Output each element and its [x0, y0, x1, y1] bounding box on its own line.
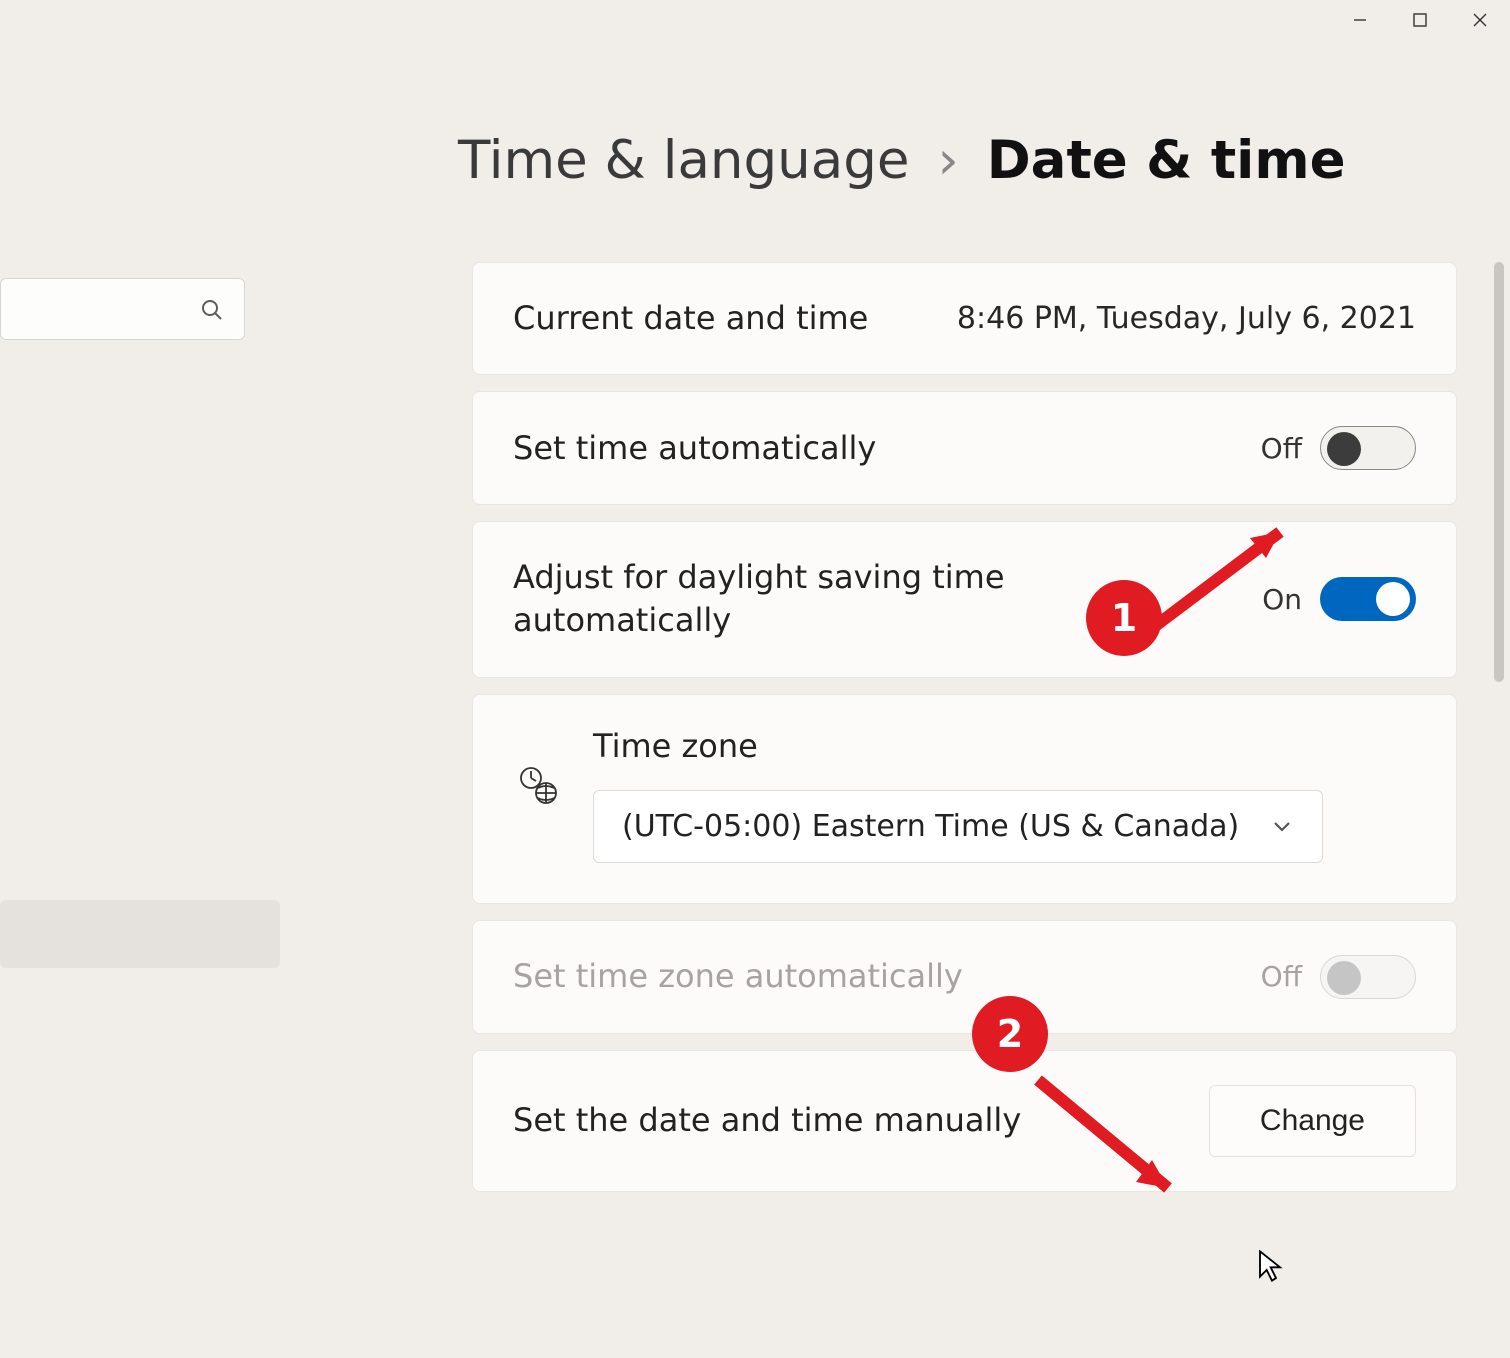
change-button[interactable]: Change: [1209, 1085, 1416, 1157]
toggle-knob: [1327, 432, 1361, 466]
sidebar-selected-item[interactable]: [0, 900, 280, 968]
mouse-cursor: [1258, 1250, 1286, 1286]
auto-time-label: Set time automatically: [513, 427, 1231, 470]
annotation-arrow-2: [1018, 1060, 1218, 1220]
maximize-icon: [1412, 12, 1428, 28]
minimize-icon: [1352, 12, 1368, 28]
card-current-datetime: Current date and time 8:46 PM, Tuesday, …: [472, 262, 1457, 375]
breadcrumb: Time & language › Date & time: [458, 130, 1346, 191]
breadcrumb-separator: ›: [937, 130, 958, 191]
settings-list: Current date and time 8:46 PM, Tuesday, …: [472, 262, 1457, 1192]
annotation-arrow-1: [1130, 500, 1330, 660]
auto-timezone-state: Off: [1261, 960, 1302, 993]
breadcrumb-parent[interactable]: Time & language: [458, 130, 909, 191]
auto-timezone-label: Set time zone automatically: [513, 955, 1231, 998]
maximize-button[interactable]: [1390, 0, 1450, 40]
card-auto-timezone: Set time zone automatically Off: [472, 920, 1457, 1034]
annotation-badge-1: 1: [1086, 580, 1162, 656]
chevron-down-icon: [1270, 814, 1294, 838]
annotation-badge-2: 2: [972, 996, 1048, 1072]
timezone-icon: [513, 763, 563, 807]
timezone-value: (UTC-05:00) Eastern Time (US & Canada): [622, 809, 1239, 844]
scrollbar-thumb[interactable]: [1494, 262, 1504, 682]
window-titlebar: [0, 0, 1510, 48]
close-icon: [1472, 12, 1488, 28]
current-datetime-value: 8:46 PM, Tuesday, July 6, 2021: [957, 301, 1416, 336]
card-timezone: Time zone (UTC-05:00) Eastern Time (US &…: [472, 694, 1457, 904]
minimize-button[interactable]: [1330, 0, 1390, 40]
auto-time-toggle[interactable]: [1320, 426, 1416, 470]
toggle-knob: [1327, 961, 1361, 995]
auto-timezone-toggle: [1320, 955, 1416, 999]
card-auto-time: Set time automatically Off: [472, 391, 1457, 505]
card-manual-datetime: Set the date and time manually Change: [472, 1050, 1457, 1192]
breadcrumb-current: Date & time: [987, 130, 1346, 191]
search-icon: [200, 298, 222, 320]
current-datetime-label: Current date and time: [513, 297, 927, 340]
timezone-label: Time zone: [593, 725, 1416, 768]
scrollbar[interactable]: [1494, 262, 1504, 1282]
auto-time-state: Off: [1261, 432, 1302, 465]
timezone-select[interactable]: (UTC-05:00) Eastern Time (US & Canada): [593, 790, 1323, 863]
close-button[interactable]: [1450, 0, 1510, 40]
dst-toggle[interactable]: [1320, 577, 1416, 621]
search-input[interactable]: [0, 278, 245, 340]
toggle-knob: [1376, 582, 1410, 616]
